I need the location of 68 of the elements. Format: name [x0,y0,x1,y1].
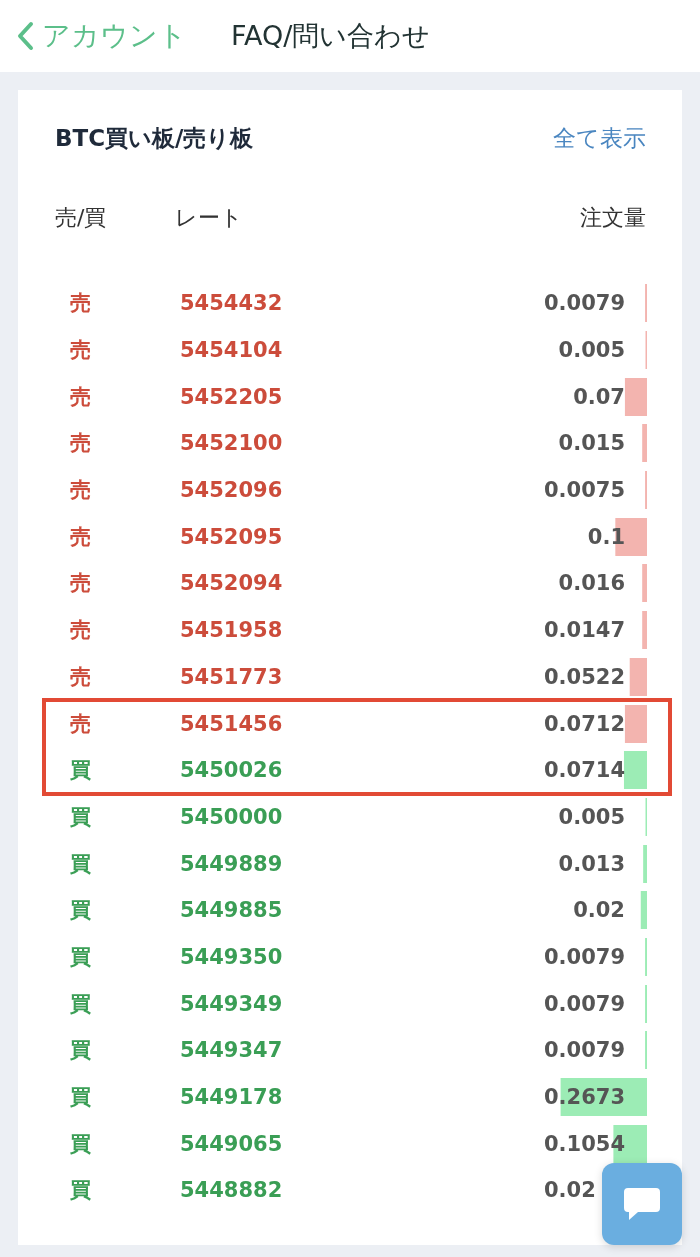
rate-value: 5449885 [180,898,283,923]
column-header: レート [175,205,243,230]
rate-value: 5449347 [180,1038,283,1063]
back-icon [16,21,34,51]
rate-value: 5451456 [180,711,283,736]
side-label: 売 [70,383,91,411]
amount-value: 0.02 [544,1178,596,1203]
side-label: 売 [70,290,91,318]
side-label: 買 [70,897,91,925]
back-button[interactable]: アカウント [16,17,187,55]
amount-value: 0.07 [573,384,625,409]
rate-value: 5450026 [180,758,283,783]
rate-value: 5452095 [180,524,283,549]
rate-value: 5454104 [180,338,283,363]
amount-value: 0.0714 [543,758,625,783]
rate-value: 5452205 [180,384,283,409]
side-label: 売 [70,337,91,365]
side-label: 買 [70,1084,91,1112]
amount-value: 0.0079 [543,1038,625,1063]
card-title: BTC買い板/売り板 [55,123,254,153]
rate-value: 5452094 [180,571,283,596]
side-label: 買 [70,757,91,785]
side-label: 売 [70,523,91,551]
side-label: 買 [70,1177,91,1205]
amount-value: 0.0522 [543,664,625,689]
side-label: 買 [70,850,91,878]
rate-value: 5449889 [180,851,283,876]
column-header: 注文量 [580,204,646,232]
rate-value: 5449350 [180,944,283,969]
rate-value: 5452096 [180,478,283,503]
rate-value: 5452100 [180,431,283,456]
side-label: 買 [70,1037,91,1065]
amount-value: 0.0079 [543,291,625,316]
side-label: 売 [70,663,91,691]
amount-value: 0.016 [558,571,625,596]
side-label: 売 [70,617,91,645]
rate-value: 5449065 [180,1131,283,1156]
side-label: 売 [70,477,91,505]
rate-value: 5451773 [180,664,283,689]
rate-value: 5450000 [180,804,283,829]
show-all-link[interactable]: 全て表示 [553,122,646,154]
column-header: 売/買 [55,204,108,232]
amount-value: 0.0079 [543,944,625,969]
amount-value: 0.0075 [543,478,625,503]
side-label: 買 [70,990,91,1018]
chat-button[interactable] [602,1163,682,1245]
side-label: 買 [70,1130,91,1158]
side-label: 売 [70,710,91,738]
side-label: 買 [70,803,91,831]
back-label: アカウント [42,18,187,54]
side-label: 買 [70,943,91,971]
amount-value: 0.015 [558,431,625,456]
amount-value: 0.005 [558,338,625,363]
rate-value: 5449178 [180,1085,283,1110]
amount-value: 0.013 [558,851,625,876]
amount-value: 0.0147 [543,618,625,643]
amount-value: 0.0079 [543,991,625,1016]
amount-value: 0.0712 [543,711,625,736]
side-label: 売 [70,430,91,458]
amount-value: 0.02 [573,898,625,923]
rate-value: 5448882 [180,1178,283,1203]
page-title: FAQ/問い合わせ [231,19,431,53]
side-label: 売 [70,570,91,598]
rate-value: 5454432 [180,291,283,316]
rate-value: 5449349 [180,991,283,1016]
rate-value: 5451958 [180,618,283,643]
amount-value: 0.1 [587,524,625,549]
amount-value: 0.005 [558,804,625,829]
